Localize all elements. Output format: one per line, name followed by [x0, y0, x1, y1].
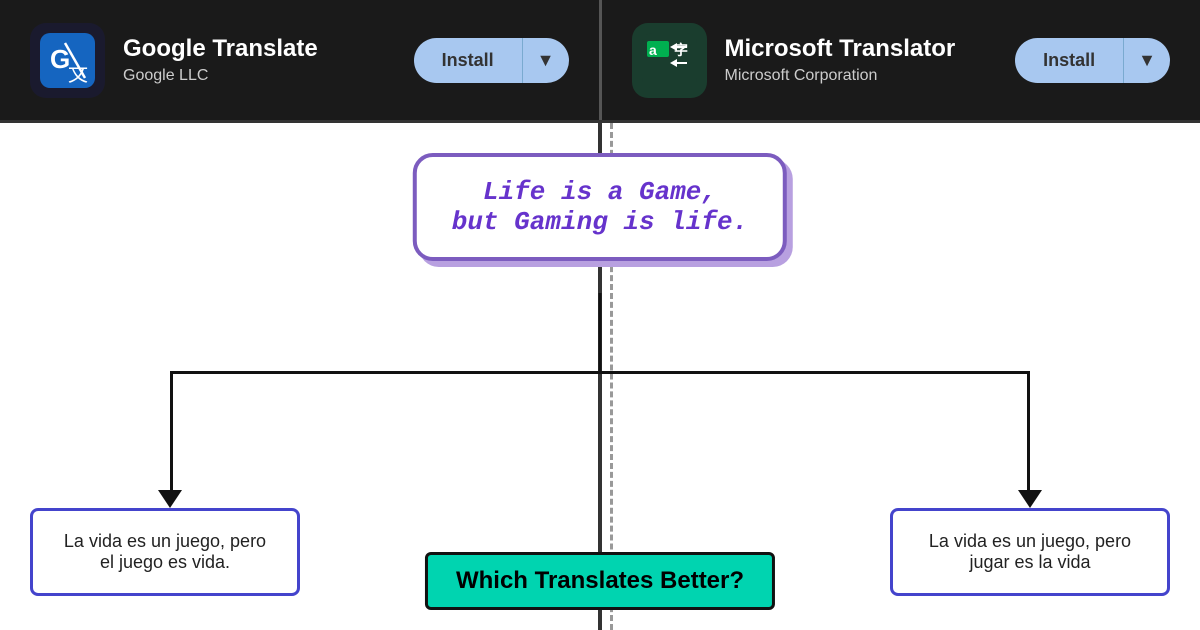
microsoft-translator-info: Microsoft Translator Microsoft Corporati…: [725, 35, 998, 85]
google-install-group: Install ▼: [414, 38, 569, 83]
google-translate-info: Google Translate Google LLC: [123, 35, 396, 85]
top-bar: G 文 Google Translate Google LLC Install …: [0, 0, 1200, 120]
ms-install-button[interactable]: Install: [1015, 38, 1123, 83]
main-content: Life is a Game,but Gaming is life. La vi…: [0, 120, 1200, 630]
left-translation-text: La vida es un juego, pero el juego es vi…: [64, 531, 266, 572]
ms-install-group: Install ▼: [1015, 38, 1170, 83]
right-translation-box: La vida es un juego, pero jugar es la vi…: [890, 508, 1170, 596]
ms-install-dropdown[interactable]: ▼: [1123, 38, 1170, 83]
microsoft-translator-developer: Microsoft Corporation: [725, 67, 998, 85]
google-install-button[interactable]: Install: [414, 38, 522, 83]
google-translate-icon: G 文: [30, 23, 105, 98]
line-horizontal: [170, 371, 1030, 374]
source-text-bubble: Life is a Game,but Gaming is life.: [413, 153, 787, 261]
bottom-question-banner: Which Translates Better?: [425, 552, 775, 610]
google-translate-card: G 文 Google Translate Google LLC Install …: [0, 0, 602, 120]
google-install-dropdown[interactable]: ▼: [522, 38, 569, 83]
left-translation-box: La vida es un juego, pero el juego es vi…: [30, 508, 300, 596]
microsoft-translator-icon: a 字: [632, 23, 707, 98]
microsoft-translator-card: a 字 Microsoft Translator Microsoft Corpo…: [602, 0, 1200, 120]
right-translation-text: La vida es un juego, pero jugar es la vi…: [929, 531, 1131, 572]
source-text: Life is a Game,but Gaming is life.: [452, 177, 748, 237]
arrow-left: [158, 490, 182, 508]
svg-text:a: a: [649, 42, 657, 58]
line-right-down: [1027, 371, 1030, 491]
microsoft-translator-name: Microsoft Translator: [725, 35, 998, 63]
google-translate-developer: Google LLC: [123, 67, 396, 85]
arrow-right: [1018, 490, 1042, 508]
line-center-down: [599, 293, 602, 373]
line-left-down: [170, 371, 173, 491]
bottom-question-text: Which Translates Better?: [456, 567, 744, 594]
google-translate-name: Google Translate: [123, 35, 396, 63]
